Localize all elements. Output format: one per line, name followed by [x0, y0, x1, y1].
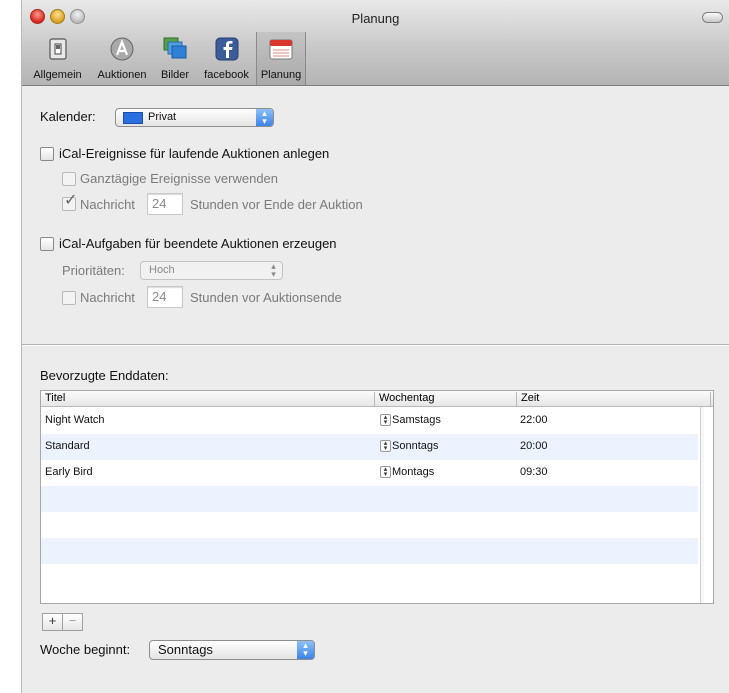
column-header-wochentag[interactable]: Wochentag [375, 392, 517, 406]
remove-row-button[interactable]: − [62, 613, 83, 631]
empty-row [41, 486, 698, 512]
tab-facebook-label: facebook [204, 69, 249, 81]
row-weekday-value: Sonntags [392, 440, 439, 452]
row-title: Early Bird [45, 466, 93, 478]
switch-icon [48, 38, 67, 60]
tab-bilder[interactable]: Bilder [151, 32, 199, 85]
tasks-notice-suffix: Stunden vor Auktionsende [190, 290, 342, 305]
tab-planung-label: Planung [260, 69, 302, 81]
row-weekday[interactable]: ▴ ▾ Montags [380, 466, 434, 478]
calendar-popup[interactable]: Privat ▴ ▾ [115, 108, 274, 127]
tasks-label: iCal-Aufgaben für beendete Auktionen erz… [59, 236, 337, 251]
popup-arrows-icon: ▴ ▾ [256, 109, 273, 126]
row-weekday-value: Montags [392, 466, 435, 478]
tasks-notice-hours-field[interactable]: 24 [147, 286, 183, 308]
allday-label: Ganztägige Ereignisse verwenden [80, 171, 279, 186]
planning-pane: Kalender: Privat ▴ ▾ iCal-Ereignisse für … [22, 86, 729, 693]
calendar-label: Kalender: [40, 109, 96, 124]
popup-arrows-icon: ▴ ▾ [271, 261, 276, 279]
tab-auktionen-label: Auktionen [97, 69, 147, 81]
row-title: Standard [45, 440, 90, 452]
allday-checkbox[interactable] [62, 172, 76, 186]
events-label: iCal-Ereignisse für laufende Auktionen a… [59, 146, 330, 161]
empty-row [41, 512, 698, 538]
stepper-icon: ▴ ▾ [380, 440, 391, 452]
pictures-icon [163, 37, 187, 59]
end-dates-table: Titel Wochentag Zeit Night Watch ▴ ▾ Samst… [40, 390, 714, 604]
row-time: 09:30 [520, 466, 548, 478]
tasks-notice-label: Nachricht [80, 290, 135, 305]
row-weekday[interactable]: ▴ ▾ Samstags [380, 414, 441, 426]
table-row[interactable]: Night Watch ▴ ▾ Samstags 22:00 [41, 408, 698, 434]
end-dates-label: Bevorzugte Enddaten: [40, 368, 169, 383]
row-title: Night Watch [45, 414, 105, 426]
tab-auktionen[interactable]: Auktionen [93, 32, 151, 85]
tab-allgemein[interactable]: Allgemein [22, 32, 93, 85]
events-notice-label: Nachricht [80, 197, 135, 212]
calendar-value: Privat [148, 111, 177, 123]
row-weekday-value: Samstags [392, 414, 441, 426]
events-notice-checkbox[interactable]: ✓ [62, 193, 77, 211]
row-time: 20:00 [520, 440, 548, 452]
table-row[interactable]: Early Bird ▴ ▾ Montags 09:30 [41, 460, 698, 486]
tab-facebook[interactable]: facebook [199, 32, 254, 85]
events-checkbox[interactable] [40, 147, 54, 161]
priority-label: Prioritäten: [62, 263, 125, 278]
row-time: 22:00 [520, 414, 548, 426]
row-weekday[interactable]: ▴ ▾ Sonntags [380, 440, 438, 452]
tab-planung[interactable]: Planung [256, 32, 306, 85]
toolbar-toggle-button[interactable] [702, 12, 723, 23]
events-notice-suffix: Stunden vor Ende der Auktion [190, 197, 363, 212]
priority-popup[interactable]: Hoch ▴ ▾ [140, 261, 283, 280]
calendar-icon [269, 39, 293, 60]
table-scrollbar[interactable] [700, 407, 713, 603]
events-notice-hours-field[interactable]: 24 [147, 193, 183, 215]
popup-arrows-icon: ▴ ▾ [297, 641, 314, 659]
column-header-zeit[interactable]: Zeit [517, 392, 711, 406]
priority-value: Hoch [149, 264, 175, 276]
section-divider [22, 344, 729, 345]
empty-row [41, 538, 698, 564]
week-start-popup[interactable]: Sonntags ▴ ▾ [149, 640, 315, 660]
week-start-value: Sonntags [158, 642, 213, 657]
empty-row [41, 564, 698, 590]
table-header: Titel Wochentag Zeit [41, 391, 713, 407]
events-notice-hours-value: 24 [152, 196, 167, 211]
calendar-color-swatch [123, 112, 143, 124]
window-title: Planung [351, 11, 400, 26]
stepper-icon: ▴ ▾ [380, 466, 391, 478]
app-store-a-icon [110, 37, 134, 61]
title-bar: Planung Allgemein Auktionen Bilder faceb… [22, 0, 729, 86]
stepper-icon: ▴ ▾ [380, 414, 391, 426]
tasks-notice-checkbox[interactable] [62, 291, 76, 305]
checkmark-icon: ✓ [64, 192, 78, 209]
preferences-window: Planung Allgemein Auktionen Bilder faceb… [22, 0, 729, 693]
week-start-label: Woche beginnt: [40, 642, 131, 657]
column-header-titel[interactable]: Titel [41, 392, 375, 406]
tasks-checkbox[interactable] [40, 237, 54, 251]
tab-allgemein-label: Allgemein [33, 69, 82, 81]
table-row[interactable]: Standard ▴ ▾ Sonntags 20:00 [41, 434, 698, 460]
add-row-button[interactable]: + [42, 613, 63, 631]
tab-bilder-label: Bilder [160, 69, 190, 81]
tasks-notice-hours-value: 24 [152, 289, 167, 304]
facebook-icon [215, 37, 238, 61]
